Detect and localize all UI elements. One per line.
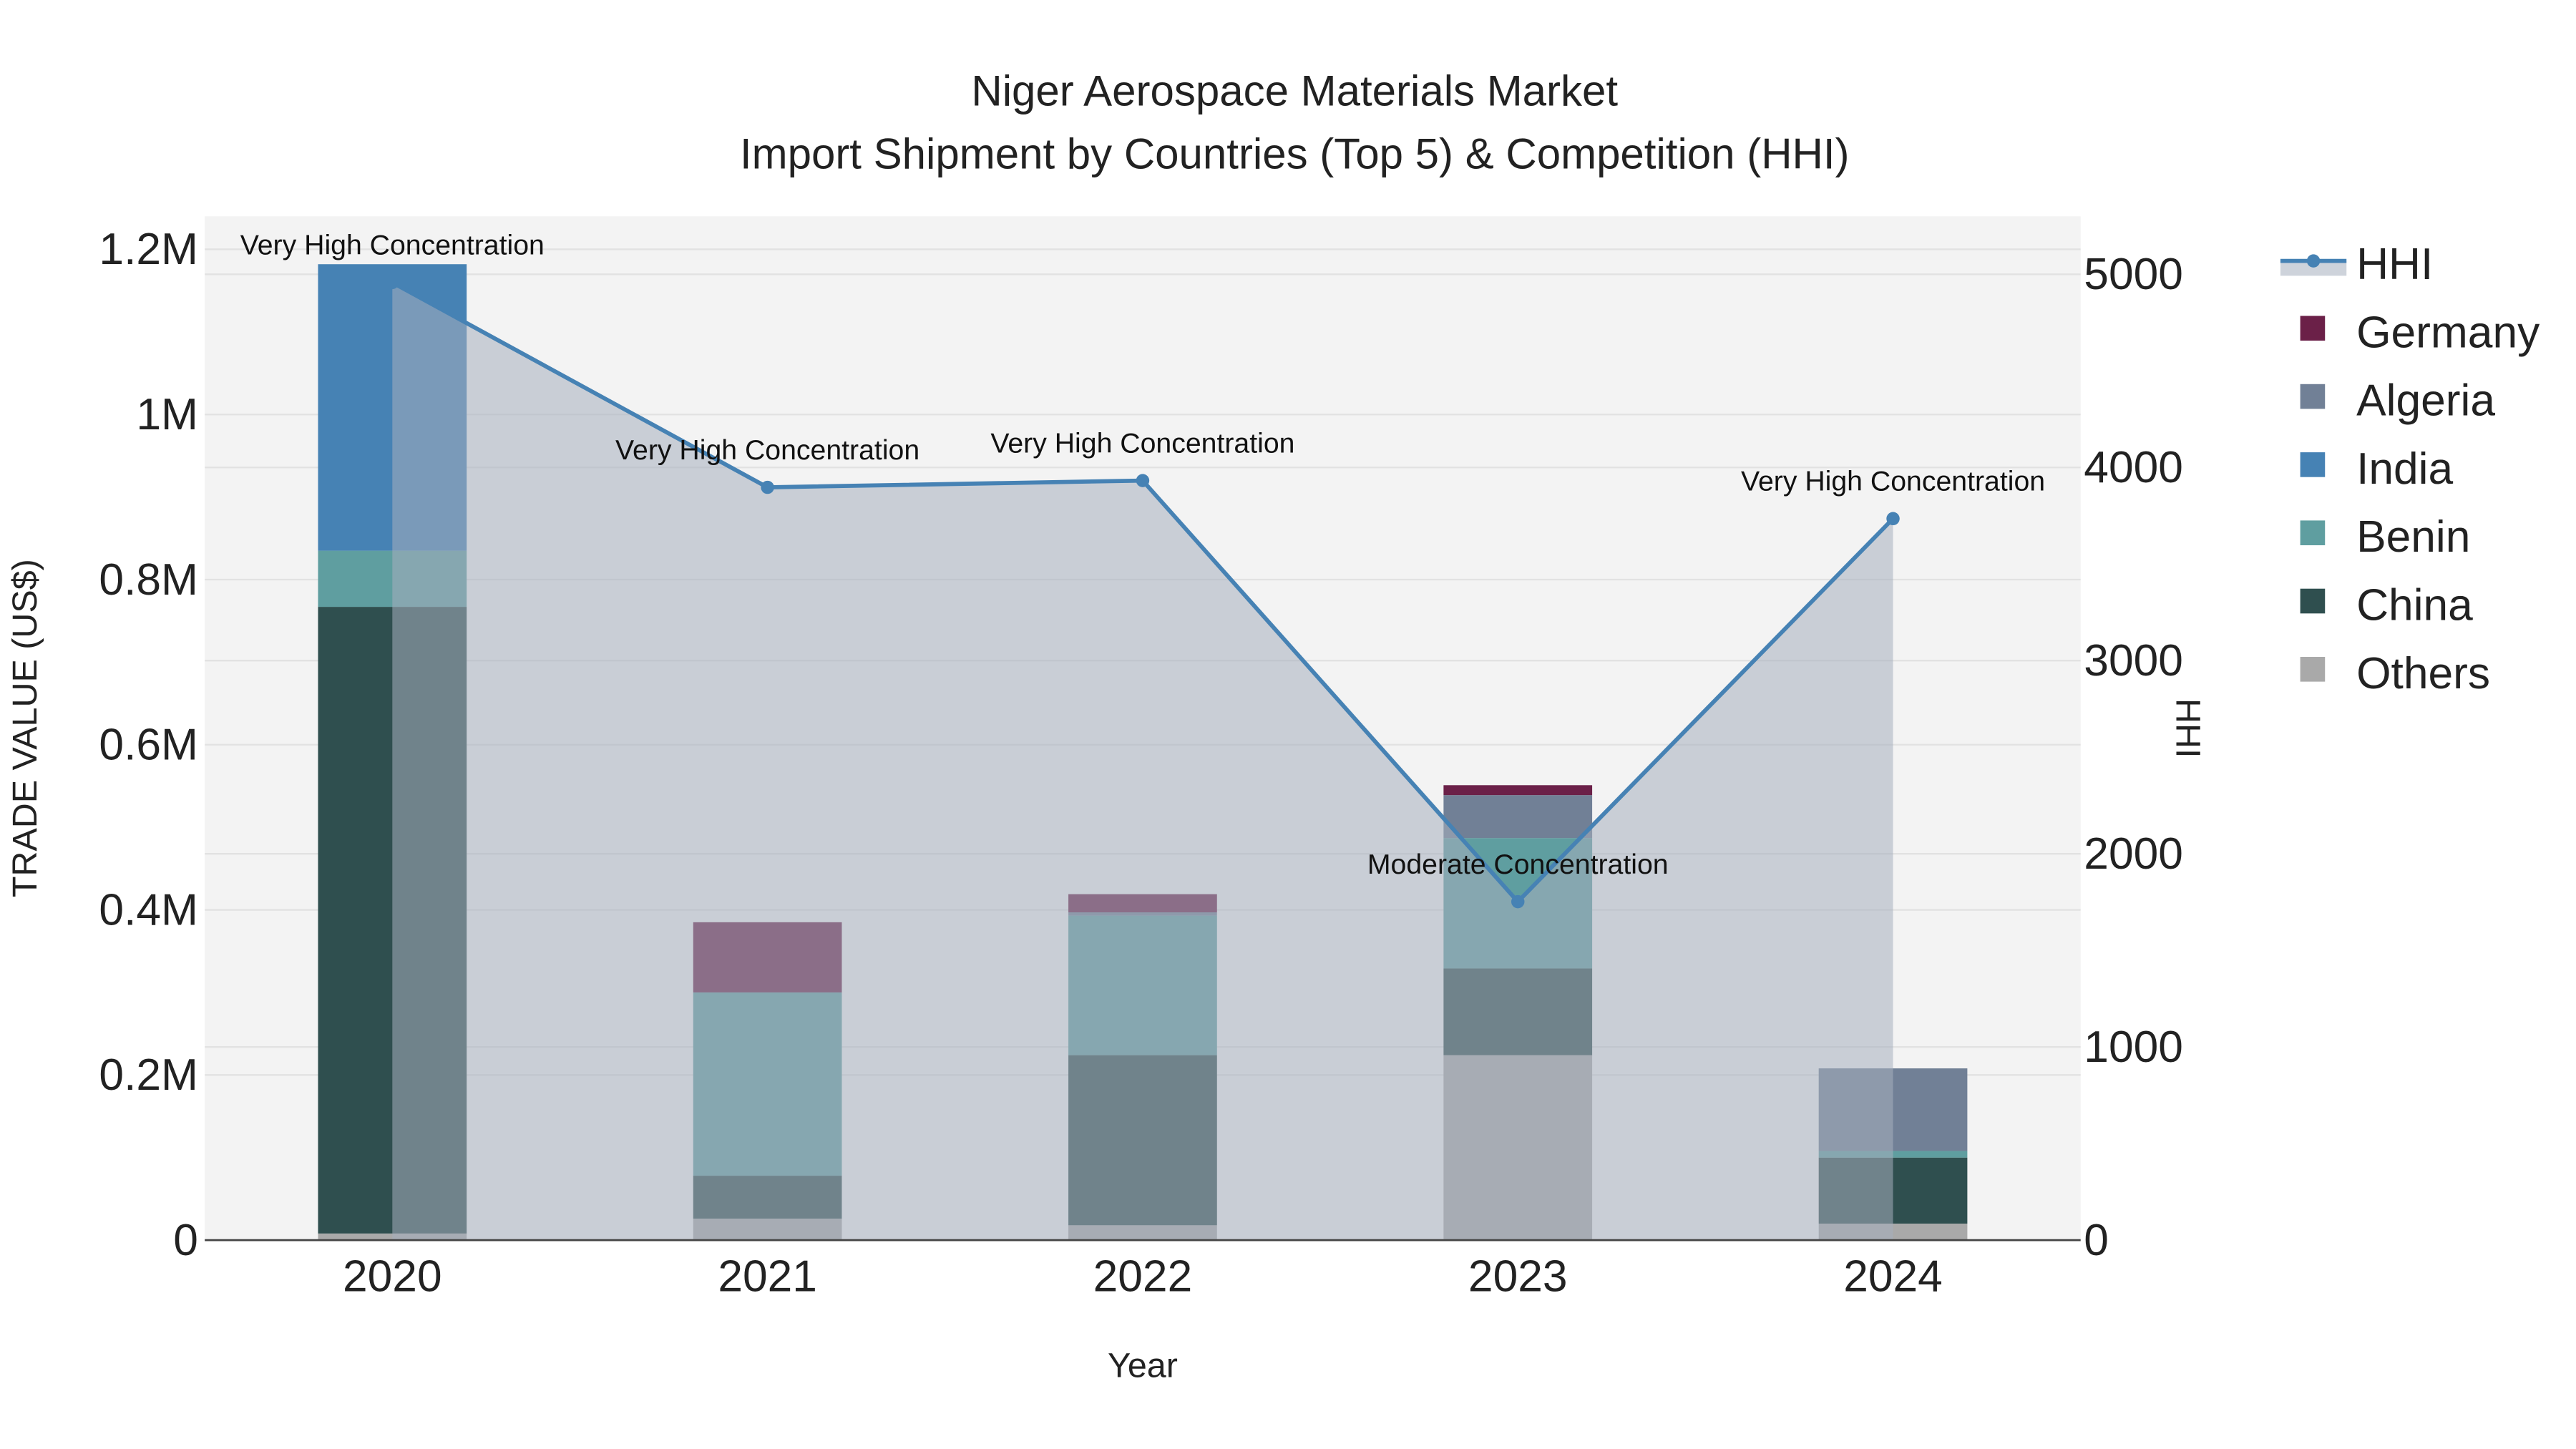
hhi-annotation: Very High Concentration xyxy=(1741,466,2045,497)
y-tick-label: 0.6M xyxy=(99,721,198,770)
hhi-annotation: Very High Concentration xyxy=(240,230,545,261)
y-tick-label: 0 xyxy=(173,1216,198,1265)
hhi-annotation: Very High Concentration xyxy=(990,427,1294,459)
legend-swatch-hhi-marker xyxy=(2306,254,2321,268)
legend-swatch-germany xyxy=(2300,316,2326,341)
x-tick-label: 2020 xyxy=(343,1252,442,1302)
legend-label-hhi: HHI xyxy=(2356,240,2433,289)
x-tick-label: 2024 xyxy=(1843,1252,1943,1302)
x-axis-label: Year xyxy=(1108,1347,1178,1385)
legend-label-germany: Germany xyxy=(2356,308,2540,357)
y2-tick-label: 5000 xyxy=(2084,250,2183,299)
y-axis-label: TRADE VALUE (US$) xyxy=(6,559,44,897)
hhi-point-2020 xyxy=(386,275,399,290)
hhi-annotation: Very High Concentration xyxy=(615,434,919,466)
y2-tick-label: 3000 xyxy=(2084,636,2183,686)
hhi-annotation: Moderate Concentration xyxy=(1367,849,1669,880)
hhi-point-2022 xyxy=(1136,474,1150,487)
legend-swatch-benin xyxy=(2300,520,2326,545)
chart-subtitle: Import Shipment by Countries (Top 5) & C… xyxy=(740,130,1850,177)
hhi-point-2023 xyxy=(1511,894,1525,909)
y-tick-label: 0.4M xyxy=(99,885,198,935)
legend-swatch-india xyxy=(2300,452,2326,477)
y-tick-label: 1.2M xyxy=(99,225,198,274)
x-tick-label: 2022 xyxy=(1093,1252,1193,1302)
y2-tick-label: 2000 xyxy=(2084,829,2183,879)
hhi-point-2021 xyxy=(761,480,774,494)
chart-title: Niger Aerospace Materials Market xyxy=(971,67,1618,115)
legend-label-benin: Benin xyxy=(2356,512,2470,562)
y2-tick-label: 1000 xyxy=(2084,1023,2183,1072)
legend-label-others: Others xyxy=(2356,649,2490,698)
legend-swatch-algeria xyxy=(2300,384,2326,409)
y2-tick-label: 0 xyxy=(2084,1216,2109,1265)
y-tick-label: 1M xyxy=(136,390,198,439)
y-tick-label: 0.2M xyxy=(99,1050,198,1100)
legend-label-china: China xyxy=(2356,581,2473,630)
chart: 0 0.2M 0.4M 0.6M 0.8M 1M 1.2M 0 1000 2000 3000 400… xyxy=(0,0,2576,1449)
hhi-point-2024 xyxy=(1886,512,1900,526)
bar-germany-2023 xyxy=(1443,785,1593,796)
legend-swatch-others xyxy=(2300,657,2326,682)
x-tick-label: 2021 xyxy=(718,1252,817,1302)
legend-swatch-china xyxy=(2300,588,2326,614)
y2-axis-label: HHI xyxy=(2169,698,2207,758)
bar-algeria-2023 xyxy=(1443,795,1593,839)
legend-label-algeria: Algeria xyxy=(2356,376,2495,426)
x-tick-label: 2023 xyxy=(1468,1252,1568,1302)
legend-label-india: India xyxy=(2356,444,2453,494)
y-tick-label: 0.8M xyxy=(99,555,198,605)
y2-tick-label: 4000 xyxy=(2084,443,2183,492)
